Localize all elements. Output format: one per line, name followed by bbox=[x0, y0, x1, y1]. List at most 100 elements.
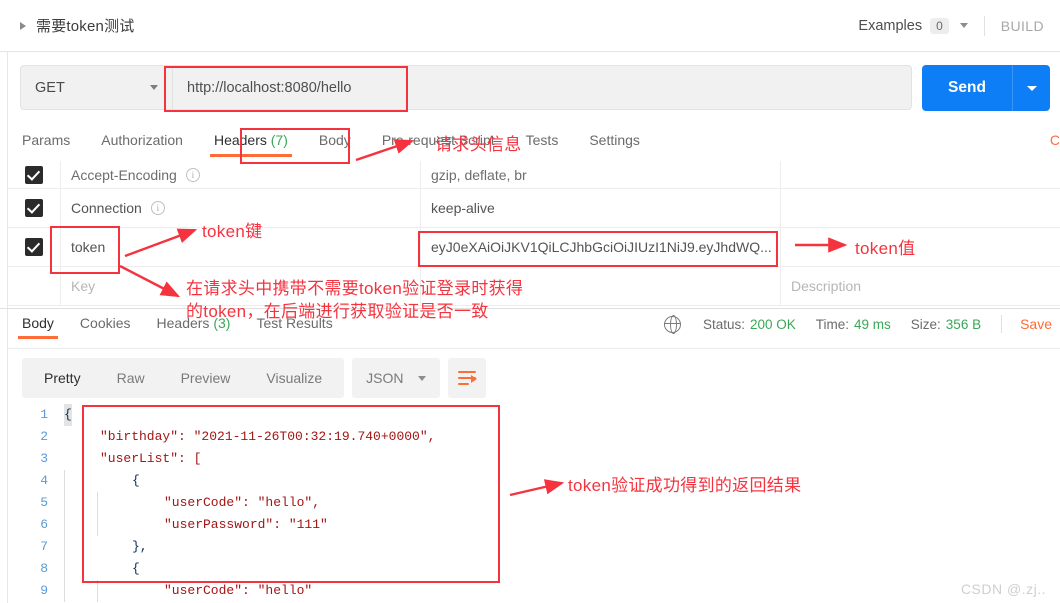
line-number: 3 bbox=[40, 451, 48, 466]
table-row[interactable]: Connection i keep-alive bbox=[8, 189, 1060, 228]
checkbox-icon[interactable] bbox=[25, 238, 43, 256]
line-text: { bbox=[64, 404, 72, 426]
viewer-tab-raw[interactable]: Raw bbox=[99, 358, 163, 398]
build-button[interactable]: BUILD bbox=[1001, 18, 1044, 34]
header-value-cell[interactable]: keep-alive bbox=[420, 189, 780, 227]
line-number: 4 bbox=[40, 473, 48, 488]
new-header-description-input[interactable]: Description bbox=[780, 267, 1060, 305]
header-key-text: Connection bbox=[71, 200, 142, 216]
tab-params[interactable]: Params bbox=[22, 128, 70, 148]
response-tab-body[interactable]: Body bbox=[18, 310, 58, 339]
line-number: 7 bbox=[40, 539, 48, 554]
format-label: JSON bbox=[366, 370, 404, 386]
status-badge: Status: 200 OK bbox=[703, 317, 796, 332]
annotation-box-response-json bbox=[82, 405, 500, 583]
table-row-new[interactable]: Key Description bbox=[8, 267, 1060, 306]
tab-label: Authorization bbox=[101, 132, 183, 148]
format-select[interactable]: JSON bbox=[352, 358, 440, 398]
line-number: 9 bbox=[40, 583, 48, 598]
header-key-text: Accept-Encoding bbox=[71, 166, 177, 183]
row-checkbox-cell[interactable] bbox=[8, 165, 60, 184]
send-group: Send bbox=[922, 65, 1050, 111]
method-label: GET bbox=[35, 79, 65, 96]
header-value-cell[interactable]: gzip, deflate, br bbox=[420, 161, 780, 188]
row-checkbox-cell[interactable] bbox=[8, 199, 60, 217]
code-line: 9 "userCode": "hello" bbox=[22, 580, 1052, 602]
request-header-bar: 需要token测试 Examples 0 BUILD bbox=[0, 0, 1060, 52]
save-response-button[interactable]: Save bbox=[1020, 316, 1052, 332]
status-value: 200 OK bbox=[749, 316, 796, 332]
header-description-cell[interactable] bbox=[780, 189, 1060, 227]
method-select[interactable]: GET bbox=[20, 65, 172, 110]
annotation-token-value-note: token值 bbox=[855, 239, 916, 258]
send-button[interactable]: Send bbox=[922, 65, 1012, 111]
tab-label: Cookies bbox=[79, 315, 131, 331]
time-badge: Time: 49 ms bbox=[816, 317, 891, 332]
annotation-box-url bbox=[164, 66, 408, 112]
tab-label: Tests bbox=[525, 132, 559, 148]
divider bbox=[8, 348, 1060, 349]
annotation-box-token-value bbox=[418, 231, 778, 267]
description-placeholder: Description bbox=[791, 278, 862, 294]
tab-authorization[interactable]: Authorization bbox=[101, 128, 183, 148]
divider bbox=[1001, 315, 1003, 333]
page-title: 需要token测试 bbox=[36, 18, 135, 35]
header-value-text: keep-alive bbox=[431, 200, 495, 216]
time-label: Time: bbox=[815, 316, 850, 332]
divider bbox=[983, 15, 985, 36]
chevron-down-icon[interactable] bbox=[959, 23, 968, 28]
checkbox-icon[interactable] bbox=[25, 165, 43, 184]
status-label: Status: bbox=[702, 316, 745, 332]
request-tabs: Params Authorization Headers (7) Body Pr… bbox=[8, 128, 1060, 161]
tab-tests[interactable]: Tests bbox=[526, 128, 559, 148]
annotation-token-usage-line1: 在请求头中携带不需要token验证登录时获得 bbox=[186, 279, 524, 298]
checkbox-icon[interactable] bbox=[25, 199, 43, 217]
tab-label: Settings bbox=[589, 132, 640, 148]
response-tab-cookies[interactable]: Cookies bbox=[80, 310, 131, 331]
viewer-tab-visualize[interactable]: Visualize bbox=[248, 358, 340, 398]
header-value-text: gzip, deflate, br bbox=[431, 166, 527, 183]
table-row[interactable]: Accept-Encoding i gzip, deflate, br bbox=[8, 161, 1060, 189]
time-value: 49 ms bbox=[854, 316, 891, 332]
expand-triangle-icon[interactable] bbox=[20, 21, 26, 30]
tab-settings[interactable]: Settings bbox=[589, 128, 640, 148]
header-description-cell[interactable] bbox=[780, 228, 1060, 266]
size-value: 356 B bbox=[945, 316, 982, 332]
response-viewer-toolbar: Pretty Raw Preview Visualize JSON bbox=[22, 358, 486, 398]
left-rail bbox=[0, 0, 8, 603]
info-icon[interactable]: i bbox=[150, 201, 165, 215]
tab-label: Body bbox=[22, 315, 54, 331]
watermark: CSDN @.zj.. bbox=[960, 581, 1046, 597]
line-number: 1 bbox=[40, 407, 48, 422]
tab-cookies-cutoff[interactable]: C bbox=[1050, 128, 1060, 148]
line-text: "userCode": "hello" bbox=[164, 583, 313, 598]
examples-count-badge: 0 bbox=[930, 17, 949, 34]
header-description-cell[interactable] bbox=[780, 161, 1060, 188]
examples-label[interactable]: Examples bbox=[858, 18, 922, 34]
info-icon[interactable]: i bbox=[185, 167, 200, 182]
line-number: 5 bbox=[40, 495, 48, 510]
globe-icon[interactable] bbox=[663, 315, 681, 335]
line-number: 6 bbox=[40, 517, 48, 532]
header-right-controls: Examples 0 BUILD bbox=[858, 15, 1060, 36]
send-options-button[interactable] bbox=[1012, 65, 1050, 111]
viewer-tab-pretty[interactable]: Pretty bbox=[26, 358, 99, 398]
size-badge: Size: 356 B bbox=[911, 317, 981, 332]
annotation-box-headers-tab bbox=[240, 128, 350, 164]
response-divider bbox=[0, 308, 1060, 309]
size-label: Size: bbox=[910, 316, 941, 332]
response-status-bar: Status: 200 OK Time: 49 ms Size: 356 B Save bbox=[663, 315, 1060, 335]
annotation-headers-note: 请求头信息 bbox=[435, 135, 522, 154]
annotation-box-token-key bbox=[50, 226, 120, 274]
tab-label: Params bbox=[22, 132, 71, 148]
line-number: 8 bbox=[40, 561, 48, 576]
chevron-down-icon bbox=[150, 85, 158, 90]
viewer-mode-group: Pretty Raw Preview Visualize bbox=[22, 358, 345, 398]
header-key-cell[interactable]: Accept-Encoding i bbox=[60, 161, 420, 188]
wrap-lines-button[interactable] bbox=[447, 358, 486, 398]
key-placeholder: Key bbox=[71, 278, 96, 294]
chevron-down-icon bbox=[417, 375, 426, 381]
annotation-token-usage-line2: 的token，在后端进行获取验证是否一致 bbox=[186, 302, 489, 321]
viewer-tab-preview[interactable]: Preview bbox=[163, 358, 249, 398]
line-number: 2 bbox=[40, 429, 48, 444]
